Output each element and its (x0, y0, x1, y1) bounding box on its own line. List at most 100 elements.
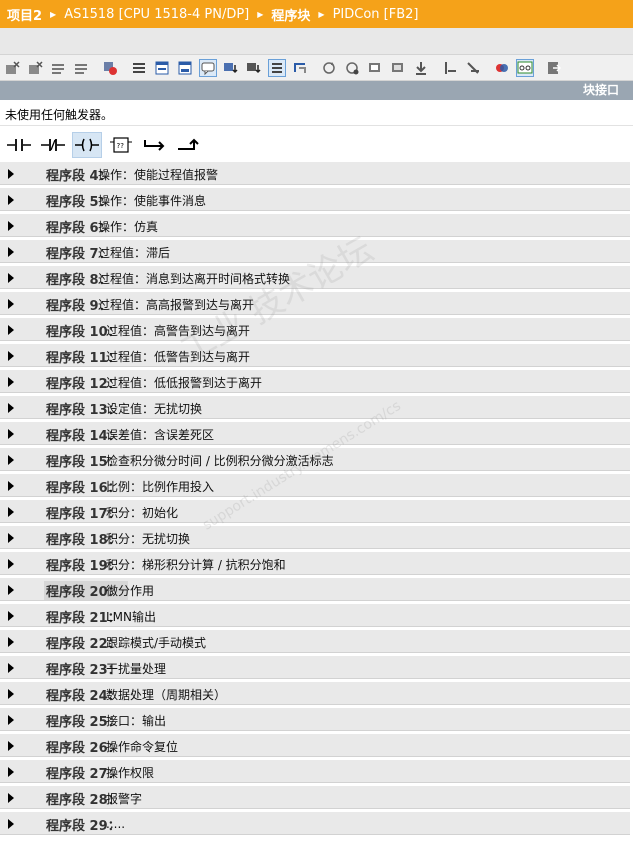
network-row[interactable]: 程序段 25： 接口：输出 (0, 707, 633, 733)
network-row[interactable]: 程序段 29：..... (0, 811, 633, 837)
expand-triangle-icon[interactable] (8, 195, 14, 205)
network-title: 操作命令复位 (106, 739, 179, 754)
network-row[interactable]: 程序段 20： 微分作用 (0, 577, 633, 603)
network-row[interactable]: 程序段 7： 过程值：滞后 (0, 239, 633, 265)
expand-triangle-icon[interactable] (8, 715, 14, 725)
network-row[interactable]: 程序段 11： 过程值：低警告到达与离开 (0, 343, 633, 369)
expand-triangle-icon[interactable] (8, 767, 14, 777)
step-icon[interactable] (291, 59, 309, 77)
block-interface-bar[interactable]: 块接口 (0, 81, 633, 100)
expand-triangle-icon[interactable] (8, 507, 14, 517)
expand-triangle-icon[interactable] (8, 351, 14, 361)
network-row[interactable]: 程序段 19： 积分：梯形积分计算 / 抗积分饱和 (0, 551, 633, 577)
expand-triangle-icon[interactable] (8, 403, 14, 413)
insert-rows-icon[interactable] (49, 59, 67, 77)
expand-triangle-icon[interactable] (8, 741, 14, 751)
network-title: 接口：输出 (106, 713, 167, 728)
network-title: 操作权限 (106, 765, 155, 780)
coil-icon[interactable] (72, 131, 102, 158)
network-row[interactable]: 程序段 9： 过程值：高高报警到达与离开 (0, 291, 633, 317)
expand-triangle-icon[interactable] (8, 221, 14, 231)
refresh-icon[interactable] (320, 59, 338, 77)
network-row[interactable]: 程序段 23： 干扰量处理 (0, 655, 633, 681)
network-row[interactable]: 程序段 26： 操作命令复位 (0, 733, 633, 759)
network-row[interactable]: 程序段 10： 过程值：高警告到达与离开 (0, 317, 633, 343)
network-title: LMN输出 (106, 609, 157, 624)
breadcrumb-block[interactable]: PIDCon [FB2] (327, 7, 425, 22)
call-icon[interactable] (101, 59, 119, 77)
expand-triangle-icon[interactable] (8, 689, 14, 699)
window-icon[interactable] (153, 59, 171, 77)
list-active-icon[interactable] (268, 58, 286, 77)
bar-icon[interactable] (441, 59, 459, 77)
network-row[interactable]: 程序段 12： 过程值：低低报警到达于离开 (0, 369, 633, 395)
glasses-icon[interactable] (516, 58, 534, 77)
arrow-reset-icon[interactable] (343, 59, 361, 77)
expand-triangle-icon[interactable] (8, 377, 14, 387)
expand-triangle-icon[interactable] (8, 273, 14, 283)
view-icon[interactable] (366, 59, 384, 77)
network-title: 干扰量处理 (106, 661, 167, 676)
network-row[interactable]: 程序段 28： 报警字 (0, 785, 633, 811)
editor-toolbar (0, 54, 633, 81)
network-row[interactable]: 程序段 13： 设定值：无扰切换 (0, 395, 633, 421)
expand-triangle-icon[interactable] (8, 793, 14, 803)
download-icon[interactable] (412, 59, 430, 77)
cpu-x2-icon[interactable] (26, 59, 44, 77)
network-row[interactable]: 程序段 16： 比例：比例作用投入 (0, 473, 633, 499)
export-icon[interactable] (545, 59, 563, 77)
network-row[interactable]: 程序段 15： 检查积分微分时间 / 比例积分微分激活标志 (0, 447, 633, 473)
network-title: 微分作用 (106, 583, 155, 598)
expand-triangle-icon[interactable] (8, 819, 14, 829)
breadcrumb: 项目2 ▶ AS1518 [CPU 1518-4 PN/DP] ▶ 程序块 ▶ … (0, 0, 633, 28)
branch-open-icon[interactable] (140, 132, 170, 158)
compare-icon[interactable] (493, 59, 511, 77)
network-row[interactable]: 程序段 6： 操作：仿真 (0, 213, 633, 239)
nc-contact-icon[interactable] (38, 132, 68, 158)
no-contact-icon[interactable] (4, 132, 34, 158)
expand-triangle-icon[interactable] (8, 533, 14, 543)
expand-triangle-icon[interactable] (8, 585, 14, 595)
comment-icon[interactable] (199, 58, 217, 77)
list-icon[interactable] (130, 59, 148, 77)
bar2-icon[interactable] (464, 59, 482, 77)
expand-triangle-icon[interactable] (8, 637, 14, 647)
network-title: 比例：比例作用投入 (106, 479, 215, 494)
network-title: 操作：使能事件消息 (98, 193, 207, 208)
breadcrumb-cpu[interactable]: AS1518 [CPU 1518-4 PN/DP] (58, 7, 255, 22)
box-icon[interactable]: ?? (106, 132, 136, 158)
breadcrumb-separator-icon: ▶ (318, 9, 325, 19)
network-row[interactable]: 程序段 5： 操作：使能事件消息 (0, 187, 633, 213)
expand-triangle-icon[interactable] (8, 611, 14, 621)
network-row[interactable]: 程序段 17： 积分：初始化 (0, 499, 633, 525)
monitor-icon[interactable] (245, 59, 263, 77)
expand-triangle-icon[interactable] (8, 481, 14, 491)
expand-triangle-icon[interactable] (8, 663, 14, 673)
tag-download-icon[interactable] (222, 59, 240, 77)
expand-triangle-icon[interactable] (8, 455, 14, 465)
cpu-x-icon[interactable] (3, 59, 21, 77)
svg-text:??: ?? (117, 142, 125, 150)
expand-triangle-icon[interactable] (8, 169, 14, 179)
delete-rows-icon[interactable] (72, 59, 90, 77)
network-row[interactable]: 程序段 4： 操作：使能过程值报警 (0, 161, 633, 187)
breadcrumb-program-blocks[interactable]: 程序块 (265, 5, 316, 24)
network-row[interactable]: 程序段 22： 跟踪模式/手动模式 (0, 629, 633, 655)
network-row[interactable]: 程序段 8： 过程值：消息到达离开时间格式转换 (0, 265, 633, 291)
network-row[interactable]: 程序段 24： 数据处理（周期相关） (0, 681, 633, 707)
breadcrumb-project[interactable]: 项目2 (0, 5, 48, 24)
editor-header-band (0, 28, 633, 54)
network-row[interactable]: 程序段 21： LMN输出 (0, 603, 633, 629)
network-row[interactable]: 程序段 18： 积分：无扰切换 (0, 525, 633, 551)
view2-icon[interactable] (389, 59, 407, 77)
branch-close-icon[interactable] (174, 132, 204, 158)
expand-triangle-icon[interactable] (8, 559, 14, 569)
network-title: 设定值：无扰切换 (106, 401, 203, 416)
network-row[interactable]: 程序段 14： 误差值：含误差死区 (0, 421, 633, 447)
expand-triangle-icon[interactable] (8, 429, 14, 439)
window2-icon[interactable] (176, 59, 194, 77)
expand-triangle-icon[interactable] (8, 299, 14, 309)
expand-triangle-icon[interactable] (8, 247, 14, 257)
network-row[interactable]: 程序段 27： 操作权限 (0, 759, 633, 785)
expand-triangle-icon[interactable] (8, 325, 14, 335)
